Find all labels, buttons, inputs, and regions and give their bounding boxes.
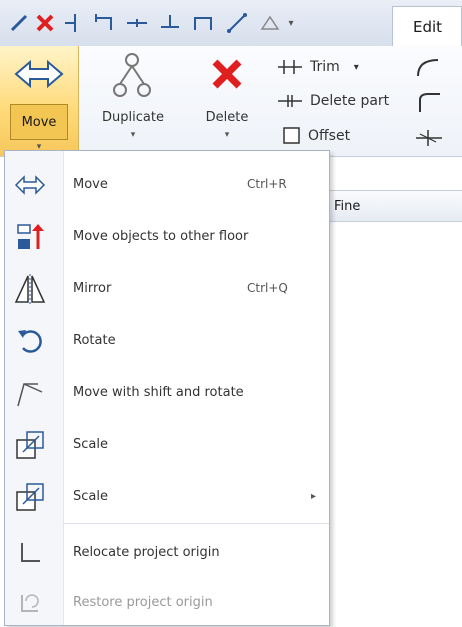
dimension-icon xyxy=(416,130,442,146)
menu-item-label: Mirror xyxy=(73,280,112,296)
origin-icon xyxy=(13,536,47,570)
menu-separator xyxy=(63,523,329,524)
ribbon: Move ▾ Duplicate ▾ Delete ▾ Trim ▾ Delet… xyxy=(0,46,462,157)
menu-item-scale-submenu[interactable]: Scale ▸ xyxy=(5,471,329,521)
pen-icon[interactable] xyxy=(8,10,30,36)
delete-label: Delete xyxy=(205,110,249,125)
delete-x-icon xyxy=(211,58,243,94)
trim-dropdown-arrow: ▾ xyxy=(353,61,359,73)
move-arrows-icon xyxy=(12,54,66,98)
offset-label: Offset xyxy=(308,128,351,144)
menu-item-rotate[interactable]: Rotate xyxy=(5,315,329,365)
move-dropdown-menu: Move Ctrl+R Move objects to other floor … xyxy=(4,150,330,626)
stamp-icon[interactable] xyxy=(258,10,282,36)
delete-part-label: Delete part xyxy=(310,93,390,109)
menu-item-scale[interactable]: Scale xyxy=(5,419,329,469)
move-floor-icon xyxy=(13,220,47,254)
join-icon[interactable] xyxy=(190,10,218,36)
menu-item-shortcut: Ctrl+R xyxy=(247,177,287,191)
duplicate-tree-icon xyxy=(110,52,154,104)
line-end-icon[interactable] xyxy=(62,10,84,36)
menu-item-move[interactable]: Move Ctrl+R xyxy=(5,159,329,209)
menu-item-label: Scale xyxy=(73,488,108,504)
tab-edit[interactable]: Edit xyxy=(392,6,462,46)
scale-icon xyxy=(13,428,47,462)
delete-part-icon xyxy=(278,95,302,107)
line-split-icon[interactable] xyxy=(124,10,150,36)
arc-button-2[interactable] xyxy=(414,90,450,114)
extend-icon[interactable] xyxy=(224,10,252,36)
duplicate-button[interactable]: Duplicate ▾ xyxy=(86,46,180,156)
mirror-icon xyxy=(13,272,47,306)
menu-item-label: Scale xyxy=(73,436,108,452)
rotate-icon xyxy=(13,324,47,358)
dimension-button[interactable] xyxy=(414,128,450,148)
menu-item-shortcut: Ctrl+Q xyxy=(247,281,288,295)
move-arrows-icon xyxy=(13,168,47,202)
move-button[interactable]: Move ▾ xyxy=(0,46,79,156)
menu-item-label: Move objects to other floor xyxy=(73,228,249,244)
menu-item-label: Relocate project origin xyxy=(73,544,220,560)
offset-icon xyxy=(283,127,300,144)
submenu-arrow-icon: ▸ xyxy=(311,490,317,502)
table-column-header[interactable]: Fine xyxy=(328,190,462,222)
duplicate-dropdown-arrow: ▾ xyxy=(130,130,136,140)
shift-rotate-icon xyxy=(13,376,47,410)
arc-icon xyxy=(417,59,439,77)
tee-icon[interactable] xyxy=(156,10,182,36)
menu-item-label: Move xyxy=(73,176,108,192)
delete-part-button[interactable]: Delete part xyxy=(276,92,389,110)
restore-origin-icon xyxy=(13,586,47,620)
delete-dropdown-arrow: ▾ xyxy=(224,130,230,140)
offset-button[interactable]: Offset xyxy=(282,126,350,146)
duplicate-label: Duplicate xyxy=(102,110,164,125)
move-button-label: Move xyxy=(10,104,68,140)
menu-item-label: Move with shift and rotate xyxy=(73,384,244,400)
delete-button[interactable]: Delete ▾ xyxy=(186,46,268,156)
delete-x-icon[interactable] xyxy=(34,10,56,36)
arc-corner-icon xyxy=(419,93,440,112)
menu-item-move-to-floor[interactable]: Move objects to other floor xyxy=(5,211,329,261)
trim-label: Trim xyxy=(310,59,340,75)
scale-icon xyxy=(13,480,47,514)
menu-item-label: Restore project origin xyxy=(73,594,213,610)
trim-icon xyxy=(278,60,302,74)
menu-item-restore-origin: Restore project origin xyxy=(5,577,329,627)
arc-button-1[interactable] xyxy=(414,56,450,78)
menu-item-label: Rotate xyxy=(73,332,116,348)
menu-item-relocate-origin[interactable]: Relocate project origin xyxy=(5,527,329,577)
menu-item-move-shift-rotate[interactable]: Move with shift and rotate xyxy=(5,367,329,417)
trim-button[interactable]: Trim ▾ xyxy=(276,58,359,76)
menu-item-mirror[interactable]: Mirror Ctrl+Q xyxy=(5,263,329,313)
qat-dropdown-arrow[interactable]: ▾ xyxy=(284,10,298,36)
corner-icon[interactable] xyxy=(92,10,118,36)
